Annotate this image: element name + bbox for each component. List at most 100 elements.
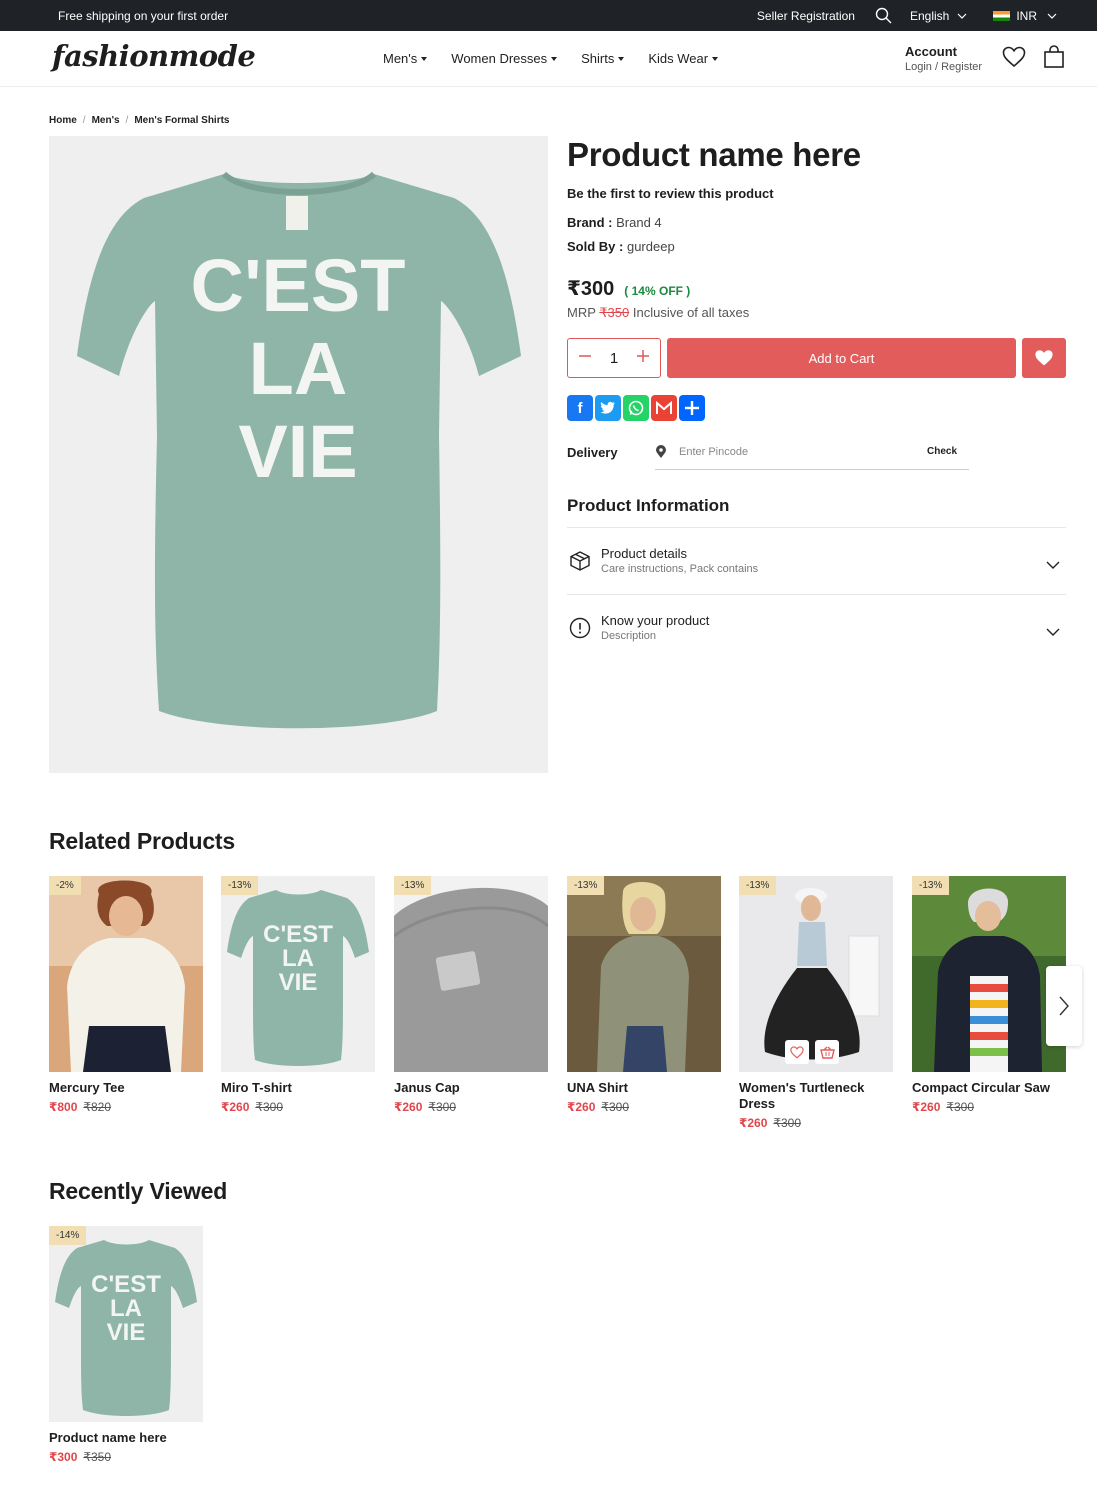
discount-label: ( 14% OFF ): [624, 284, 691, 298]
pincode-field[interactable]: Enter Pincode Check: [655, 441, 969, 470]
seller-registration-link[interactable]: Seller Registration: [757, 9, 855, 23]
currency-selector[interactable]: INR: [993, 9, 1057, 23]
add-to-cart-button[interactable]: Add to Cart: [667, 338, 1016, 378]
slider-next-button[interactable]: [1046, 966, 1082, 1046]
discount-badge: -13%: [912, 876, 950, 895]
accordion-product-details[interactable]: Product details Care instructions, Pack …: [567, 527, 1066, 594]
check-button[interactable]: Check: [927, 446, 957, 457]
review-link[interactable]: Be the first to review this product: [567, 186, 1066, 201]
sale-price: ₹260: [221, 1100, 250, 1114]
product-prices: ₹260 ₹300: [394, 1100, 548, 1114]
product-name[interactable]: Janus Cap: [394, 1080, 548, 1096]
product-prices: ₹260 ₹300: [912, 1100, 1066, 1114]
nav-item-mens[interactable]: Men's: [383, 51, 428, 66]
accordion-title: Know your product: [601, 613, 710, 628]
accordion-title: Product details: [601, 546, 687, 561]
product-name[interactable]: Compact Circular Saw: [912, 1080, 1066, 1096]
breadcrumb-mens[interactable]: Men's: [92, 115, 120, 126]
sale-price: ₹260: [912, 1100, 941, 1114]
brand-row: Brand : Brand 4: [567, 215, 1066, 230]
discount-badge: -2%: [49, 876, 81, 895]
cart-basket-icon[interactable]: [815, 1040, 839, 1064]
product-main-image[interactable]: C'EST LA VIE: [49, 136, 548, 773]
nav-item-women-dresses[interactable]: Women Dresses: [451, 51, 558, 66]
brand-value[interactable]: Brand 4: [616, 215, 662, 230]
product-prices: ₹260 ₹300: [221, 1100, 375, 1114]
nav-item-kids-wear[interactable]: Kids Wear: [648, 51, 719, 66]
promo-text: Free shipping on your first order: [58, 9, 229, 23]
nav-label: Women Dresses: [451, 51, 548, 66]
shopping-bag-icon[interactable]: [1043, 45, 1065, 74]
language-label: English: [909, 8, 950, 23]
site-header: fashionmode Men's Women Dresses Shirts K…: [0, 31, 1097, 87]
login-register-link[interactable]: Login / Register: [905, 61, 982, 73]
product-name[interactable]: Women's Turtleneck Dress: [739, 1080, 893, 1112]
account-title: Account: [905, 44, 957, 59]
product-name[interactable]: Miro T-shirt: [221, 1080, 375, 1096]
brand-label: Brand :: [567, 215, 613, 230]
info-alert-icon: [569, 617, 591, 644]
plus-icon[interactable]: [636, 349, 650, 368]
product-image[interactable]: C'EST LA VIE -13%: [221, 876, 375, 1072]
product-information-heading: Product Information: [567, 496, 730, 515]
product-name[interactable]: Mercury Tee: [49, 1080, 203, 1096]
original-price: ₹300: [773, 1116, 802, 1130]
mrp-value: ₹350: [599, 305, 630, 320]
minus-icon[interactable]: [578, 349, 592, 368]
sale-price: ₹800: [49, 1100, 78, 1114]
product-card[interactable]: C'EST LA VIE -13% Miro T-shirt ₹260 ₹300: [221, 876, 375, 1114]
product-image[interactable]: -13%: [567, 876, 721, 1072]
sale-price: ₹260: [567, 1100, 596, 1114]
product-image[interactable]: -2%: [49, 876, 203, 1072]
add-to-wishlist-button[interactable]: [1022, 338, 1066, 378]
facebook-icon[interactable]: f: [567, 395, 593, 421]
nav-item-shirts[interactable]: Shirts: [581, 51, 625, 66]
shirt-print-line-3: VIE: [279, 969, 318, 996]
seller-row: Sold By : gurdeep: [567, 239, 1066, 254]
chevron-down-icon[interactable]: [1046, 556, 1060, 574]
product-prices: ₹800 ₹820: [49, 1100, 203, 1114]
whatsapp-icon[interactable]: [623, 395, 649, 421]
product-card[interactable]: -2% Mercury Tee ₹800 ₹820: [49, 876, 203, 1114]
product-image[interactable]: -13%: [394, 876, 548, 1072]
heart-icon[interactable]: [785, 1040, 809, 1064]
original-price: ₹300: [946, 1100, 975, 1114]
product-image[interactable]: -13%: [912, 876, 1066, 1072]
gmail-icon[interactable]: [651, 395, 677, 421]
original-price: ₹350: [83, 1450, 112, 1464]
product-card[interactable]: -13% Compact Circular Saw ₹260 ₹300: [912, 876, 1066, 1114]
site-logo[interactable]: fashionmode: [52, 39, 256, 73]
wishlist-icon[interactable]: [1002, 46, 1026, 73]
product-prices: ₹260 ₹300: [739, 1116, 893, 1130]
heart-icon: [1035, 350, 1053, 366]
product-card[interactable]: -13% Women's Turtleneck Dress ₹260 ₹300: [739, 876, 893, 1130]
product-card[interactable]: C'EST LA VIE -14% Product name here ₹300…: [49, 1226, 203, 1464]
search-icon[interactable]: [875, 7, 892, 24]
product-name[interactable]: UNA Shirt: [567, 1080, 721, 1096]
product-name[interactable]: Product name here: [49, 1430, 203, 1446]
chevron-down-icon[interactable]: [1046, 623, 1060, 641]
share-plus-icon[interactable]: [679, 395, 705, 421]
product-image[interactable]: C'EST LA VIE -14%: [49, 1226, 203, 1422]
product-image[interactable]: -13%: [739, 876, 893, 1072]
product-card[interactable]: -13% UNA Shirt ₹260 ₹300: [567, 876, 721, 1114]
accordion-subtitle: Description: [601, 630, 657, 642]
box-icon: [569, 550, 591, 577]
account-link[interactable]: Account Login / Register: [905, 44, 982, 73]
nav-label: Men's: [383, 51, 418, 66]
seller-name[interactable]: gurdeep: [627, 239, 675, 254]
quantity-value[interactable]: 1: [610, 350, 618, 367]
twitter-icon[interactable]: [595, 395, 621, 421]
quantity-stepper[interactable]: 1: [567, 338, 661, 378]
delivery-label: Delivery: [567, 445, 618, 460]
language-selector[interactable]: English: [910, 9, 967, 23]
recently-viewed-heading: Recently Viewed: [49, 1178, 228, 1204]
discount-badge: -13%: [567, 876, 605, 895]
caret-down-icon: [551, 56, 558, 61]
shirt-print-line-3: VIE: [107, 1319, 146, 1346]
product-card[interactable]: -13% Janus Cap ₹260 ₹300: [394, 876, 548, 1114]
accordion-know-your-product[interactable]: Know your product Description: [567, 594, 1066, 661]
pincode-input[interactable]: Enter Pincode: [679, 446, 748, 458]
breadcrumb-current[interactable]: Men's Formal Shirts: [134, 115, 229, 126]
breadcrumb-home[interactable]: Home: [49, 115, 77, 126]
